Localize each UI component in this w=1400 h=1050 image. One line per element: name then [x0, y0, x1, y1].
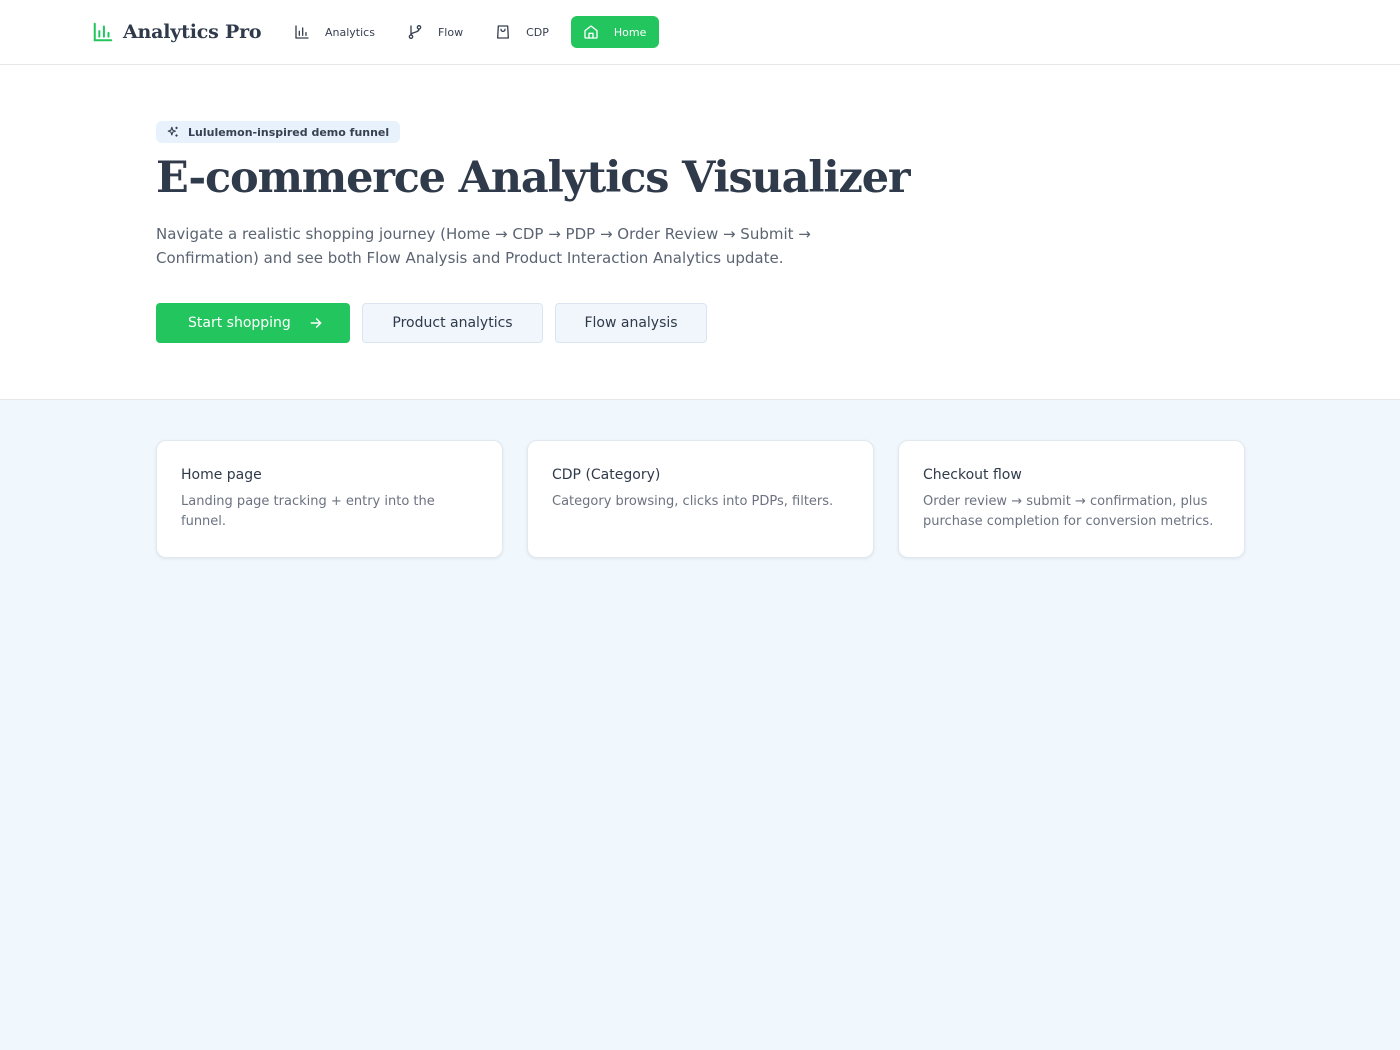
top-navigation-bar: Analytics Pro Analytics Flow CDP Home — [0, 0, 1400, 65]
home-icon — [584, 25, 598, 39]
nav-item-label: Flow — [437, 25, 464, 39]
git-branch-icon — [408, 25, 422, 39]
button-label: Start shopping — [188, 315, 291, 331]
page-title: E-commerce Analytics Visualizer — [156, 153, 911, 203]
bar-chart-icon — [295, 25, 309, 39]
badge-label: Lululemon-inspired demo funnel — [188, 125, 390, 139]
card-title: CDP (Category) — [552, 467, 661, 483]
button-label: Flow analysis — [584, 315, 678, 331]
nav-item-cdp[interactable]: CDP — [485, 16, 559, 48]
nav-item-home[interactable]: Home — [570, 16, 660, 48]
card-title: Checkout flow — [923, 467, 1022, 483]
nav-item-flow[interactable]: Flow — [397, 16, 473, 48]
page-description: Navigate a realistic shopping journey (H… — [156, 225, 811, 267]
flow-analysis-button[interactable]: Flow analysis — [555, 303, 707, 343]
shopping-bag-icon — [497, 25, 510, 39]
sparkles-icon — [167, 126, 178, 137]
card-checkout-flow: Checkout flow Order review → submit → co… — [898, 440, 1245, 558]
hero-section: Lululemon-inspired demo funnel E-commerc… — [0, 65, 1400, 400]
card-title: Home page — [181, 467, 262, 483]
app-name: Analytics Pro — [123, 21, 262, 43]
nav-item-label: CDP — [526, 25, 549, 39]
arrow-right-icon — [310, 318, 322, 328]
demo-funnel-badge: Lululemon-inspired demo funnel — [156, 121, 401, 143]
main-nav: Analytics Flow CDP Home — [284, 16, 671, 48]
brand-logo[interactable]: Analytics Pro — [92, 18, 262, 46]
product-analytics-button[interactable]: Product analytics — [362, 303, 543, 343]
nav-item-label: Analytics — [325, 25, 375, 39]
feature-cards: Home page Landing page tracking + entry … — [156, 440, 1245, 558]
nav-item-analytics[interactable]: Analytics — [284, 16, 385, 48]
nav-item-label: Home — [613, 25, 647, 39]
card-home-page: Home page Landing page tracking + entry … — [156, 440, 503, 558]
card-description: Category browsing, clicks into PDPs, fil… — [552, 494, 834, 509]
hero-actions: Start shopping Product analytics Flow an… — [156, 303, 719, 343]
card-description: Landing page tracking + entry into the f… — [181, 494, 435, 529]
bar-chart-icon — [93, 22, 113, 42]
button-label: Product analytics — [392, 315, 513, 331]
card-cdp-category: CDP (Category) Category browsing, clicks… — [527, 440, 874, 558]
card-description: Order review → submit → confirmation, pl… — [923, 494, 1214, 529]
start-shopping-button[interactable]: Start shopping — [156, 303, 350, 343]
